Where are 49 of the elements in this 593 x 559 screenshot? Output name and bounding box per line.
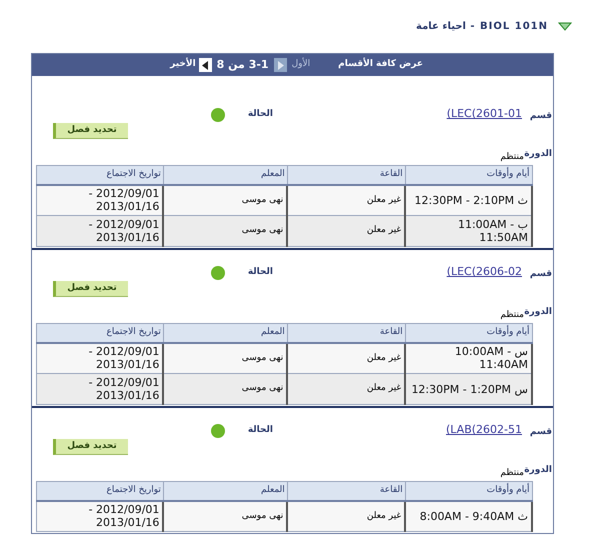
section-link[interactable]: (LEC(2601-01: [446, 106, 522, 122]
column-header: القاعة: [287, 482, 406, 500]
meeting-dates-cell: 2012/09/01 - 2013/01/16: [36, 500, 164, 532]
section-label: قسم: [528, 268, 552, 281]
meeting-dates-cell: 2012/09/01 - 2013/01/16: [36, 374, 164, 404]
column-header: أيام وأوقات: [405, 324, 532, 342]
last-link[interactable]: الأخير: [170, 58, 196, 72]
column-header: أيام وأوقات: [405, 482, 532, 500]
select-class-button[interactable]: تحديد فصل: [53, 122, 128, 138]
last-page-icon[interactable]: [198, 58, 212, 72]
first-link: الأول: [292, 58, 310, 72]
instructor-cell: نهى موسى: [163, 216, 288, 246]
column-header: المعلم: [163, 482, 288, 500]
column-header: تواريخ الاجتماع: [36, 166, 164, 184]
section-label: قسم: [528, 110, 552, 123]
course-title: BIOL 101N - احياء عامة: [416, 20, 548, 34]
days-times-cell: ث 8:00AM - 9:40AM: [405, 500, 532, 532]
section-link[interactable]: (LEC(2606-02: [446, 264, 522, 280]
collapse-triangle-icon[interactable]: [558, 22, 572, 31]
page-range: 3-1 من 8: [216, 56, 269, 73]
column-header: تواريخ الاجتماع: [36, 324, 164, 342]
session-value: منتظم: [500, 466, 524, 480]
meeting-dates-cell: 2012/09/01 - 2013/01/16: [36, 216, 164, 246]
column-header: أيام وأوقات: [405, 166, 532, 184]
session-value: منتظم: [500, 150, 524, 164]
section-link[interactable]: (LAB(2602-51: [446, 422, 522, 438]
select-class-button[interactable]: تحديد فصل: [53, 280, 128, 296]
instructor-cell: نهى موسى: [163, 500, 288, 532]
session-label: الدورة: [524, 306, 552, 318]
instructor-cell: نهى موسى: [163, 374, 288, 404]
status-label: الحالة: [246, 266, 273, 279]
status-label: الحالة: [246, 424, 273, 437]
days-times-cell: ب 11:00AM - 11:50AM: [405, 216, 532, 246]
days-times-cell: س 12:30PM - 1:20PM: [405, 374, 532, 404]
select-class-button[interactable]: تحديد فصل: [53, 438, 128, 454]
column-header: المعلم: [163, 324, 288, 342]
column-header: المعلم: [163, 166, 288, 184]
session-label: الدورة: [524, 464, 552, 476]
column-header: تواريخ الاجتماع: [36, 482, 164, 500]
session-label: الدورة: [524, 148, 552, 160]
section-label: قسم: [528, 426, 552, 439]
room-cell: غير معلن: [287, 500, 406, 532]
session-value: منتظم: [500, 308, 524, 322]
room-cell: غير معلن: [287, 216, 406, 246]
status-label: الحالة: [246, 108, 273, 121]
room-cell: غير معلن: [287, 374, 406, 404]
column-header: القاعة: [287, 166, 406, 184]
column-header: القاعة: [287, 324, 406, 342]
view-all-link[interactable]: عرض كافة الأقسام: [338, 58, 423, 72]
